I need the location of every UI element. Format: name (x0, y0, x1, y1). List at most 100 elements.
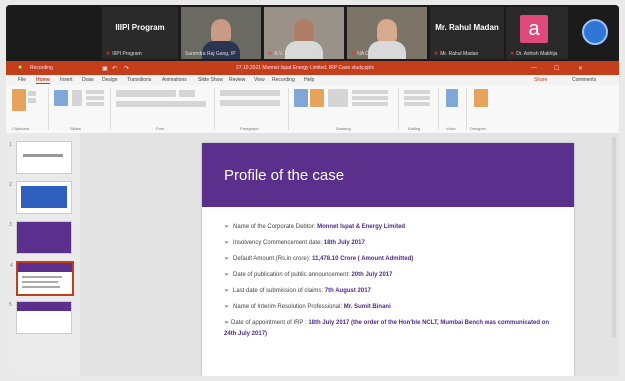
bullet-item: ➢ Insolvency Commencement date: 18th July… (224, 240, 365, 246)
mic-muted-icon: ✕ (106, 51, 111, 57)
meeting-window: IIIPI Program ✕ IIIPI Program Surendra Ra… (6, 5, 619, 376)
select-button[interactable] (404, 102, 430, 106)
participant-name: ✕ IIIPI Program (106, 51, 142, 57)
bullet-item: ➢ Default Amount (Rs.in crore): 11,478.10… (224, 256, 414, 262)
slide-thumbnail[interactable]: 5 (9, 301, 72, 334)
group-label: Font (156, 126, 165, 131)
participant-tile[interactable]: Mr. Rahul Madan ✕ Mr. Rahul Madan (430, 7, 504, 59)
redo-icon[interactable]: ↷ (124, 65, 129, 72)
ribbon-tabs: File Home Insert Draw Design Transitions… (6, 75, 619, 85)
title-bar: ● Recording ▣ ↶ ↷ 27.10.2021 Monnet Ispa… (6, 61, 619, 75)
new-slide-icon[interactable] (54, 90, 68, 106)
tab-home[interactable]: Home (36, 77, 50, 84)
group-label: Slides (70, 126, 81, 131)
participant-tile[interactable]: IIIPI Program ✕ IIIPI Program (102, 7, 178, 59)
participant-tile[interactable]: ✕ A.V. Nagarajan (264, 7, 344, 59)
font-select[interactable] (116, 90, 176, 97)
group-label: Clipboard (12, 126, 30, 131)
participant-name: ✕ Dr. Ashish Makhija (510, 51, 558, 57)
undo-icon[interactable]: ↶ (112, 65, 117, 72)
tab-help[interactable]: Help (304, 77, 314, 83)
tab-review[interactable]: Review (229, 77, 245, 83)
find-button[interactable] (404, 90, 430, 94)
list-buttons[interactable] (220, 90, 280, 96)
tab-file[interactable]: File (18, 77, 26, 83)
participant-tile[interactable]: ✕ NA Carol Doan, IP (347, 7, 427, 59)
slide-thumbnail[interactable]: 2 (9, 181, 72, 214)
reset-button[interactable] (86, 96, 104, 100)
mic-muted-icon: ✕ (434, 51, 439, 57)
bullet-item: ➢ Date of publication of public announcem… (224, 272, 393, 278)
participant-name: ✕ A.V. Nagarajan (268, 51, 308, 57)
slide-title[interactable]: Profile of the case (224, 167, 344, 184)
font-format-buttons[interactable] (116, 101, 206, 107)
vertical-scrollbar[interactable] (612, 137, 616, 337)
close-icon[interactable]: ✕ (578, 65, 583, 72)
mic-muted-icon: ✕ (351, 51, 356, 57)
comments-button[interactable]: Comments (572, 77, 596, 83)
tab-insert[interactable]: Insert (60, 77, 73, 83)
tab-slide-show[interactable]: Slide Show (198, 77, 223, 83)
designer-icon[interactable] (474, 89, 488, 107)
participant-tile[interactable]: a ✕ Dr. Ashish Makhija (506, 7, 568, 59)
copy-icon[interactable] (28, 98, 36, 103)
participant-strip: IIIPI Program ✕ IIIPI Program Surendra Ra… (6, 5, 619, 61)
bullet-item: ➢ Last date of submission of claims: 7th … (224, 288, 371, 294)
participant-name: Surendra Raj Gang, IP (185, 51, 236, 57)
section-button[interactable] (86, 102, 104, 106)
paste-icon[interactable] (12, 89, 26, 111)
participant-avatar: a (520, 15, 548, 43)
share-button[interactable]: Share (534, 77, 547, 83)
font-size-select[interactable] (179, 90, 195, 97)
arrange-icon[interactable] (310, 89, 324, 107)
participant-tile[interactable]: Surendra Raj Gang, IP (181, 7, 261, 59)
participant-name: ✕ NA Carol Doan, IP (351, 51, 399, 57)
tab-animations[interactable]: Animations (162, 77, 187, 83)
tab-draw[interactable]: Draw (82, 77, 94, 83)
slide-bullet-list[interactable]: ➢ Name of the Corporate Debtor: Monnet Is… (224, 219, 564, 340)
slide-thumbnail-selected[interactable]: 4 (10, 261, 74, 296)
reuse-slides-icon[interactable] (72, 90, 82, 106)
slide-header-band: Profile of the case (202, 143, 574, 207)
group-label: Editing (408, 126, 421, 131)
mic-muted-icon: ✕ (268, 51, 273, 57)
cut-icon[interactable] (28, 91, 36, 96)
layout-button[interactable] (86, 90, 104, 94)
bullet-item: ➢ Date of appointment of IRP : 18th July … (224, 320, 550, 337)
participant-video (211, 19, 231, 43)
participant-name: ✕ Mr. Rahul Madan (434, 51, 479, 57)
slide[interactable]: Profile of the case ➢ Name of the Corpora… (202, 143, 574, 376)
participant-title: IIIPI Program (115, 23, 165, 32)
recording-label: Recording (30, 65, 53, 71)
maximize-icon[interactable]: ☐ (554, 65, 559, 72)
slide-thumbnail-panel: 1 2 3 4 5 (6, 133, 81, 376)
quick-styles-icon[interactable] (328, 89, 348, 107)
participant-video (377, 19, 397, 43)
group-label: Drawing (336, 126, 351, 131)
group-label: Designer (470, 126, 487, 131)
group-label: Voice (446, 126, 456, 131)
slide-thumbnail[interactable]: 3 (9, 221, 72, 254)
shape-outline-button[interactable] (352, 96, 388, 100)
powerpoint-window: ● Recording ▣ ↶ ↷ 27.10.2021 Monnet Ispa… (6, 61, 619, 376)
replace-button[interactable] (404, 96, 430, 100)
slide-thumbnail[interactable]: 1 (9, 141, 72, 174)
align-buttons[interactable] (220, 100, 280, 106)
tab-view[interactable]: View (254, 77, 265, 83)
dictate-icon[interactable] (446, 89, 458, 107)
tab-design[interactable]: Design (102, 77, 118, 83)
minimize-icon[interactable]: — (531, 65, 537, 71)
shape-fill-button[interactable] (352, 90, 388, 94)
bullet-item: ➢ Name of the Corporate Debtor: Monnet Is… (224, 224, 406, 230)
shape-effects-button[interactable] (352, 102, 388, 106)
participant-title: Mr. Rahul Madan (435, 23, 499, 32)
bullet-item: ➢ Name of Interim Resolution Professional… (224, 304, 391, 310)
tab-transitions[interactable]: Transitions (127, 77, 151, 83)
mic-muted-icon: ✕ (510, 51, 515, 57)
shapes-icon[interactable] (294, 89, 308, 107)
ribbon-toolbar: Clipboard Slides Font Paragraph Drawing … (6, 85, 619, 134)
save-icon[interactable]: ▣ (102, 65, 108, 72)
participant-indicator-icon[interactable] (582, 19, 608, 45)
tab-recording[interactable]: Recording (272, 77, 295, 83)
window-title: 27.10.2021 Monnet Ispat Energy Limited, … (236, 65, 374, 71)
